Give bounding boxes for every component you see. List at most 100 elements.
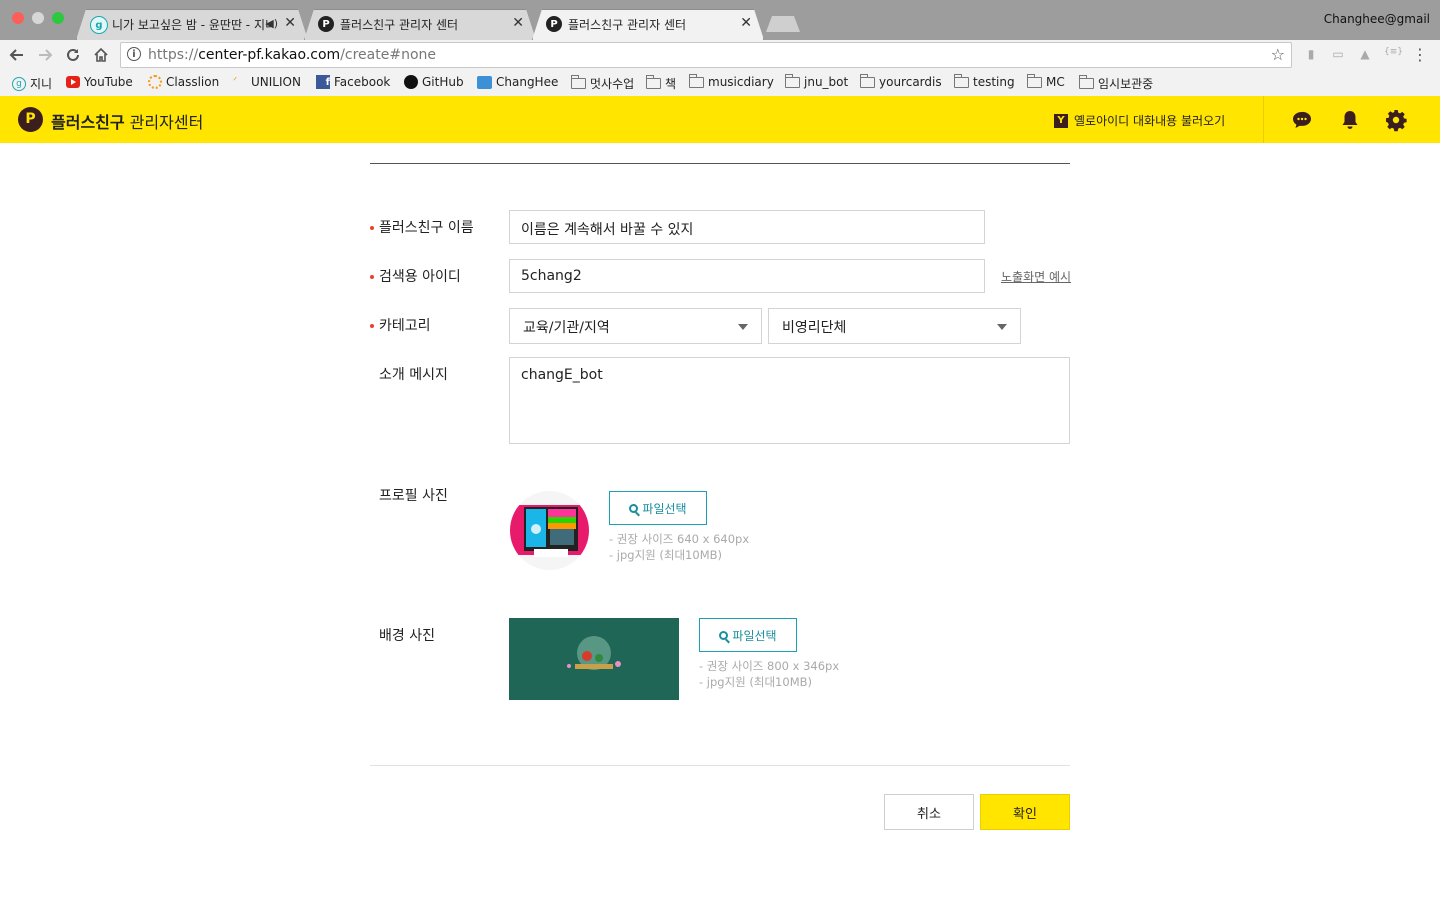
bookmark-folder[interactable]: jnu_bot bbox=[784, 73, 848, 89]
tab-title: 플러스친구 관리자 센터 bbox=[568, 18, 687, 32]
cancel-button[interactable]: 취소 bbox=[884, 794, 974, 830]
background-photo-label: 배경 사진 bbox=[379, 628, 435, 644]
bookmark-folder[interactable]: MC bbox=[1026, 73, 1065, 89]
facebook-icon: f bbox=[316, 75, 330, 89]
form-bottom-divider bbox=[370, 765, 1070, 766]
header-divider bbox=[1263, 96, 1264, 143]
import-yellowid-link[interactable]: Y 옐로아이디 대화내용 불러오기 bbox=[1054, 112, 1225, 129]
required-dot bbox=[370, 226, 374, 230]
info-icon[interactable]: i bbox=[127, 47, 141, 61]
bookmarks-bar: g 지니 YouTube Classlion ᐟ UNILION f Faceb… bbox=[0, 70, 1440, 97]
plusfriend-favicon-icon: P bbox=[546, 16, 562, 32]
gear-icon[interactable] bbox=[1384, 108, 1408, 132]
folder-icon bbox=[859, 73, 875, 88]
category-secondary-select[interactable]: 비영리단체 bbox=[768, 308, 1021, 344]
json-extension-icon[interactable]: {≡} bbox=[1384, 47, 1403, 63]
tab-title: 니가 보고싶은 밤 - 윤딴딴 - 지니 bbox=[112, 18, 272, 32]
profile-photo-hint: - 권장 사이즈 640 x 640px - jpg지원 (최대10MB) bbox=[609, 532, 750, 562]
yellowid-icon: Y bbox=[1054, 113, 1068, 128]
folder-icon bbox=[1026, 73, 1042, 88]
plusfriend-name-input[interactable]: 이름은 계속해서 바꿀 수 있지 bbox=[509, 210, 985, 244]
brand-title[interactable]: 플러스친구 관리자센터 bbox=[51, 109, 203, 133]
background-file-select-button[interactable]: 파일선택 bbox=[699, 618, 797, 652]
bookmark-star-icon[interactable]: ☆ bbox=[1271, 45, 1285, 64]
intro-label: 소개 메시지 bbox=[379, 367, 448, 383]
cast-icon[interactable]: ▭ bbox=[1330, 47, 1346, 63]
folder-icon bbox=[1078, 75, 1094, 89]
bookmark-facebook[interactable]: f Facebook bbox=[316, 75, 390, 89]
back-icon[interactable] bbox=[6, 44, 28, 66]
tab-plusfriend-active[interactable]: P 플러스친구 관리자 센터 ✕ bbox=[532, 9, 764, 40]
classlion-icon bbox=[148, 75, 162, 89]
browser-toolbar: i https://center-pf.kakao.com/create#non… bbox=[0, 40, 1440, 70]
preview-example-link[interactable]: 노출화면 예시 bbox=[1001, 268, 1071, 285]
category-label: 카테고리 bbox=[379, 318, 431, 334]
reload-icon[interactable] bbox=[62, 44, 84, 66]
minimize-window-button[interactable] bbox=[32, 12, 44, 24]
required-dot bbox=[370, 275, 374, 279]
search-icon bbox=[719, 630, 729, 640]
bookmark-folder[interactable]: 멋사수업 bbox=[570, 75, 634, 92]
name-label: 플러스친구 이름 bbox=[379, 220, 474, 236]
browser-tab-bar: g 니가 보고싶은 밤 - 윤딴딴 - 지니 ◀) ✕ P 플러스친구 관리자 … bbox=[0, 0, 1440, 40]
chat-icon[interactable] bbox=[1290, 108, 1314, 132]
tab-plusfriend-1[interactable]: P 플러스친구 관리자 센터 ✕ bbox=[304, 9, 536, 40]
cloud-icon bbox=[477, 75, 492, 89]
app-header: P 플러스친구 관리자센터 Y 옐로아이디 대화내용 불러오기 bbox=[0, 96, 1440, 143]
chevron-down-icon bbox=[997, 324, 1007, 330]
search-id-label: 검색용 아이디 bbox=[379, 269, 461, 285]
intro-message-textarea[interactable]: changE_bot bbox=[509, 357, 1070, 444]
maximize-window-button[interactable] bbox=[52, 12, 64, 24]
plusfriend-logo-icon[interactable]: P bbox=[18, 107, 43, 132]
category-primary-select[interactable]: 교육/기관/지역 bbox=[509, 308, 762, 344]
bookmark-unilion[interactable]: ᐟ UNILION bbox=[233, 75, 301, 89]
form-top-divider bbox=[370, 163, 1070, 164]
tab-genie[interactable]: g 니가 보고싶은 밤 - 윤딴딴 - 지니 ◀) ✕ bbox=[76, 9, 308, 40]
bookmark-github[interactable]: GitHub bbox=[404, 75, 464, 89]
address-bar[interactable]: i https://center-pf.kakao.com/create#non… bbox=[120, 42, 1292, 68]
confirm-button[interactable]: 확인 bbox=[980, 794, 1070, 830]
profile-photo-label: 프로필 사진 bbox=[379, 488, 448, 504]
bookmark-youtube[interactable]: YouTube bbox=[66, 75, 133, 89]
background-photo-hint: - 권장 사이즈 800 x 346px - jpg지원 (최대10MB) bbox=[699, 659, 840, 689]
new-tab-button[interactable] bbox=[766, 16, 800, 32]
home-icon[interactable] bbox=[90, 44, 112, 66]
bookmark-folder[interactable]: yourcardis bbox=[859, 73, 942, 89]
unilion-icon: ᐟ bbox=[233, 76, 238, 87]
bookmark-folder[interactable]: 책 bbox=[645, 75, 676, 92]
search-icon bbox=[629, 503, 639, 513]
browser-menu-icon[interactable]: ⋮ bbox=[1412, 45, 1428, 64]
close-icon[interactable]: ✕ bbox=[740, 15, 752, 31]
bookmark-folder[interactable]: 임시보관중 bbox=[1078, 75, 1153, 92]
extension-icon[interactable]: ▮ bbox=[1303, 47, 1319, 63]
url-text: https://center-pf.kakao.com/create#none bbox=[148, 47, 436, 63]
drive-icon[interactable]: ▲ bbox=[1357, 47, 1373, 63]
forward-icon[interactable] bbox=[34, 44, 56, 66]
youtube-icon bbox=[66, 76, 80, 88]
bookmark-folder[interactable]: musicdiary bbox=[688, 73, 774, 89]
folder-icon bbox=[645, 75, 661, 89]
profile-file-select-button[interactable]: 파일선택 bbox=[609, 491, 707, 525]
bell-icon[interactable] bbox=[1338, 108, 1362, 132]
bookmark-folder[interactable]: testing bbox=[953, 73, 1015, 89]
chevron-down-icon bbox=[738, 324, 748, 330]
tab-title: 플러스친구 관리자 센터 bbox=[340, 18, 459, 32]
close-icon[interactable]: ✕ bbox=[284, 15, 296, 31]
plusfriend-favicon-icon: P bbox=[318, 16, 334, 32]
genie-icon: g bbox=[12, 76, 26, 91]
speaker-icon[interactable]: ◀) bbox=[265, 17, 278, 30]
profile-photo-preview bbox=[510, 491, 589, 570]
close-window-button[interactable] bbox=[12, 12, 24, 24]
folder-icon bbox=[784, 73, 800, 88]
required-dot bbox=[370, 324, 374, 328]
close-icon[interactable]: ✕ bbox=[512, 15, 524, 31]
folder-icon bbox=[570, 75, 586, 89]
browser-profile[interactable]: Changhee@gmail bbox=[1324, 12, 1430, 26]
bookmark-genie[interactable]: g 지니 bbox=[12, 75, 52, 92]
search-id-input[interactable]: 5chang2 bbox=[509, 259, 985, 293]
bookmark-classlion[interactable]: Classlion bbox=[148, 75, 219, 89]
genie-favicon-icon: g bbox=[90, 16, 108, 34]
folder-icon bbox=[953, 73, 969, 88]
folder-icon bbox=[688, 73, 704, 88]
bookmark-changhee[interactable]: ChangHee bbox=[477, 75, 558, 89]
